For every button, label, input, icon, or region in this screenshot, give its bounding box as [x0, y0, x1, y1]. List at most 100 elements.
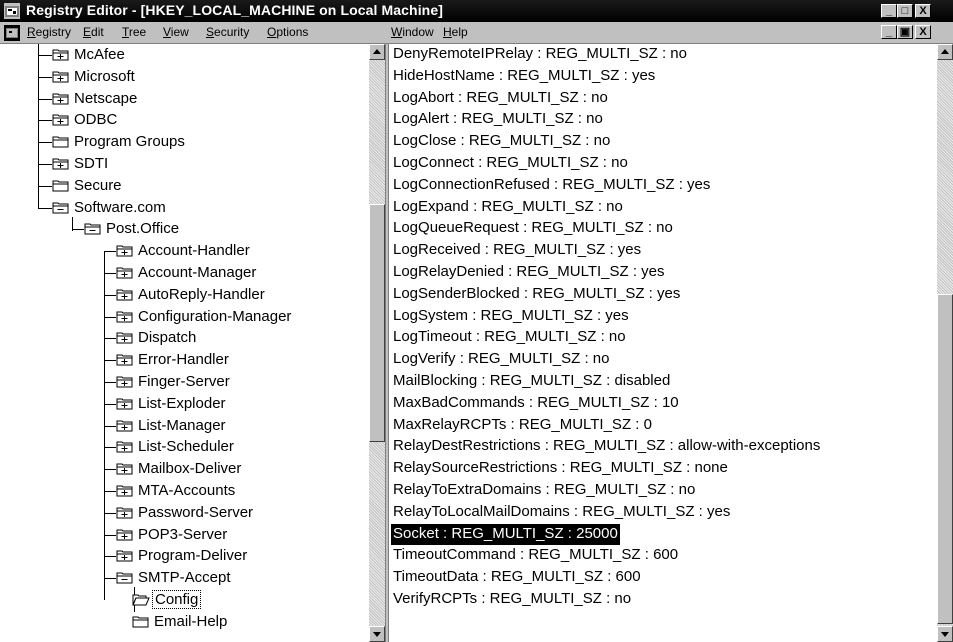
tree-node-label[interactable]: SMTP-Accept — [136, 569, 233, 586]
menu-tree[interactable]: Tree — [122, 25, 146, 39]
tree-node-label[interactable]: MTA-Accounts — [136, 482, 237, 499]
registry-value-row[interactable]: LogReceived : REG_MULTI_SZ : yes — [391, 240, 643, 261]
tree-node[interactable]: Account-Handler — [0, 240, 369, 262]
folder-minus-icon[interactable] — [84, 222, 102, 236]
registry-values-list[interactable]: DenyRemoteIPRelay : REG_MULTI_SZ : no Hid… — [389, 44, 937, 642]
tree-node[interactable]: Error-Handler — [0, 349, 369, 371]
registry-value-row[interactable]: LogVerify : REG_MULTI_SZ : no — [391, 349, 611, 370]
tree-node-label[interactable]: List-Manager — [136, 417, 228, 434]
registry-value-row[interactable]: VerifyRCPTs : REG_MULTI_SZ : no — [391, 589, 633, 610]
folder-minus-icon[interactable] — [52, 201, 70, 215]
tree-node-label[interactable]: POP3-Server — [136, 526, 229, 543]
tree-node[interactable]: Netscape — [0, 88, 369, 110]
tree-node-label[interactable]: Program-Deliver — [136, 547, 249, 564]
tree-node[interactable]: Finger-Server — [0, 371, 369, 393]
tree-node[interactable]: Email-Help — [0, 611, 369, 633]
folder-plus-icon[interactable] — [52, 92, 70, 106]
tree-node[interactable]: Software.com — [0, 197, 369, 219]
folder-plus-icon[interactable] — [116, 397, 134, 411]
menu-window[interactable]: Window — [391, 25, 434, 39]
registry-value-row[interactable]: LogConnectionRefused : REG_MULTI_SZ : ye… — [391, 175, 712, 196]
tree-node-label[interactable]: Email-Help — [152, 613, 229, 630]
registry-value-row[interactable]: LogSystem : REG_MULTI_SZ : yes — [391, 306, 631, 327]
tree-node[interactable]: List-Scheduler — [0, 436, 369, 458]
tree-node-label[interactable]: Error-Handler — [136, 351, 231, 368]
registry-value-row[interactable]: RelayToExtraDomains : REG_MULTI_SZ : no — [391, 480, 697, 501]
registry-value-row[interactable]: MaxRelayRCPTs : REG_MULTI_SZ : 0 — [391, 415, 654, 436]
folder-plus-icon[interactable] — [116, 375, 134, 389]
tree-node-label[interactable]: Configuration-Manager — [136, 308, 293, 325]
tree-node[interactable]: Secure — [0, 175, 369, 197]
menu-registry[interactable]: Registry — [27, 25, 71, 39]
tree-scrollbar[interactable] — [369, 44, 385, 642]
registry-value-row[interactable]: LogSenderBlocked : REG_MULTI_SZ : yes — [391, 284, 682, 305]
tree-node[interactable]: SMTP-Accept — [0, 567, 369, 589]
maximize-button[interactable]: □ — [897, 4, 913, 18]
tree-node-label[interactable]: Software.com — [72, 199, 168, 216]
tree-node[interactable]: ODBC — [0, 109, 369, 131]
folder-icon[interactable] — [52, 179, 70, 193]
tree-node[interactable]: Configuration-Manager — [0, 306, 369, 328]
tree-scroll-thumb[interactable] — [369, 204, 385, 442]
tree-node[interactable]: Program-Deliver — [0, 545, 369, 567]
tree-node-label[interactable]: Secure — [72, 177, 124, 194]
mdi-restore-button[interactable]: ▣ — [897, 25, 913, 39]
registry-value-row[interactable]: LogExpand : REG_MULTI_SZ : no — [391, 197, 625, 218]
tree-node-label[interactable]: List-Scheduler — [136, 438, 236, 455]
folder-plus-icon[interactable] — [116, 549, 134, 563]
tree-node[interactable]: MTA-Accounts — [0, 480, 369, 502]
registry-value-row[interactable]: TimeoutCommand : REG_MULTI_SZ : 600 — [391, 545, 680, 566]
minimize-button[interactable]: _ — [881, 4, 897, 18]
folder-plus-icon[interactable] — [116, 484, 134, 498]
tree-node[interactable]: List-Exploder — [0, 393, 369, 415]
tree-scroll-up-button[interactable] — [369, 44, 385, 60]
folder-plus-icon[interactable] — [52, 70, 70, 84]
mdi-minimize-button[interactable]: _ — [881, 25, 897, 39]
tree-node[interactable]: Password-Server — [0, 502, 369, 524]
tree-node-label[interactable]: ODBC — [72, 111, 119, 128]
values-scrollbar[interactable] — [937, 44, 953, 642]
tree-node-label[interactable]: Microsoft — [72, 68, 137, 85]
tree-node[interactable]: POP3-Server — [0, 524, 369, 546]
registry-value-row[interactable]: LogTimeout : REG_MULTI_SZ : no — [391, 327, 628, 348]
registry-value-row[interactable]: TimeoutData : REG_MULTI_SZ : 600 — [391, 567, 643, 588]
tree-node[interactable]: Dispatch — [0, 327, 369, 349]
close-button[interactable]: X — [915, 4, 931, 18]
menu-edit[interactable]: Edit — [83, 25, 104, 39]
menu-security[interactable]: Security — [206, 25, 249, 39]
tree-node-label[interactable]: SDTI — [72, 155, 110, 172]
registry-value-row[interactable]: LogClose : REG_MULTI_SZ : no — [391, 131, 612, 152]
values-scroll-thumb[interactable] — [937, 294, 953, 624]
tree-node-label[interactable]: Password-Server — [136, 504, 255, 521]
tree-node-label[interactable]: Account-Handler — [136, 242, 252, 259]
tree-node-label[interactable]: Dispatch — [136, 329, 198, 346]
tree-node-label[interactable]: McAfee — [72, 46, 127, 63]
registry-value-row[interactable]: LogAbort : REG_MULTI_SZ : no — [391, 88, 610, 109]
tree-node[interactable]: Account-Manager — [0, 262, 369, 284]
tree-node-label[interactable]: Netscape — [72, 90, 139, 107]
registry-value-row[interactable]: MailBlocking : REG_MULTI_SZ : disabled — [391, 371, 672, 392]
folder-plus-icon[interactable] — [116, 331, 134, 345]
folder-plus-icon[interactable] — [116, 288, 134, 302]
tree-node[interactable]: Config — [0, 589, 369, 611]
tree-node-label[interactable]: Mailbox-Deliver — [136, 460, 243, 477]
registry-value-row[interactable]: LogConnect : REG_MULTI_SZ : no — [391, 153, 630, 174]
registry-value-row[interactable]: HideHostName : REG_MULTI_SZ : yes — [391, 66, 657, 87]
values-scroll-up-button[interactable] — [937, 44, 953, 60]
folder-icon[interactable] — [132, 615, 150, 629]
tree-node[interactable]: Post.Office — [0, 218, 369, 240]
registry-value-row[interactable]: RelaySourceRestrictions : REG_MULTI_SZ :… — [391, 458, 730, 479]
values-scroll-down-button[interactable] — [937, 626, 953, 642]
registry-key-tree[interactable]: McAfee Microsoft Netscape ODBC Program Group… — [0, 44, 369, 642]
tree-node[interactable]: Microsoft — [0, 66, 369, 88]
menu-view[interactable]: View — [163, 25, 189, 39]
tree-node[interactable]: Mailbox-Deliver — [0, 458, 369, 480]
tree-node-label[interactable]: Program Groups — [72, 133, 187, 150]
tree-node[interactable]: List-Manager — [0, 415, 369, 437]
tree-node-label[interactable]: AutoReply-Handler — [136, 286, 267, 303]
folder-minus-icon[interactable] — [116, 571, 134, 585]
folder-plus-icon[interactable] — [52, 157, 70, 171]
registry-value-row[interactable]: LogRelayDenied : REG_MULTI_SZ : yes — [391, 262, 667, 283]
tree-node[interactable]: SDTI — [0, 153, 369, 175]
folder-plus-icon[interactable] — [116, 419, 134, 433]
